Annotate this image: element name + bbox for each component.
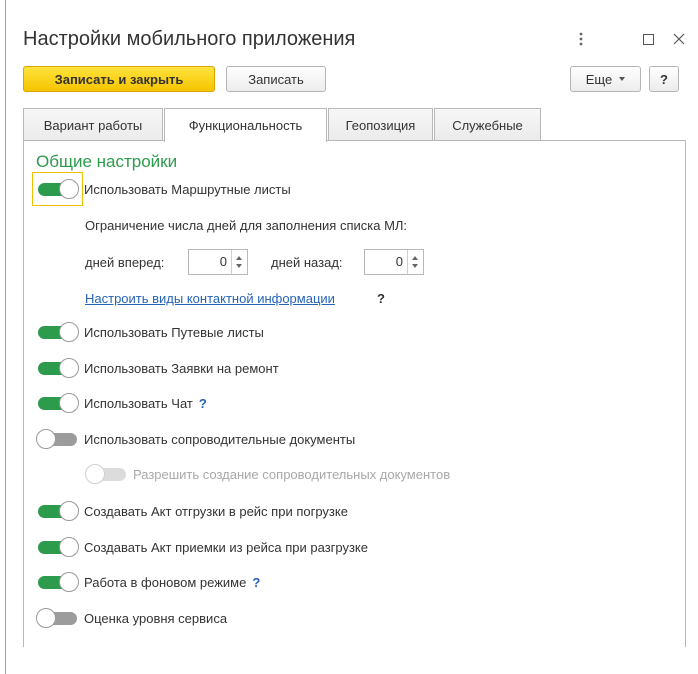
more-button[interactable]: Еще [570,66,641,92]
setting-repair-requests: Использовать Заявки на ремонт [36,357,279,379]
repair-requests-toggle[interactable] [36,358,79,378]
more-button-label: Еще [585,71,613,87]
setting-waybills: Использовать Путевые листы [36,321,264,343]
shipment-act-label: Создавать Акт отгрузки в рейс при погруз… [84,503,348,519]
days-forward-stepper[interactable]: 0 [188,249,248,275]
waybills-label: Использовать Путевые листы [84,324,264,340]
service-rating-toggle[interactable] [36,608,79,628]
background-mode-toggle[interactable] [36,572,79,592]
tab-service[interactable]: Служебные [434,108,541,141]
acceptance-act-toggle[interactable] [36,537,79,557]
repair-requests-label: Использовать Заявки на ремонт [84,360,279,376]
days-forward-value[interactable]: 0 [189,250,231,274]
tab-geoposition[interactable]: Геопозиция [328,108,433,141]
allow-accompanying-toggle [85,464,128,484]
window-title: Настройки мобильного приложения [23,28,356,50]
contact-help-icon[interactable]: ? [377,291,385,306]
setting-allow-accompanying: Разрешить создание сопроводительных доку… [85,463,450,485]
section-title: Общие настройки [36,152,178,171]
chat-label: Использовать Чат [84,395,193,411]
background-help-icon[interactable]: ? [252,575,260,590]
days-limit-text: Ограничение числа дней для заполнения сп… [85,218,408,233]
vertical-dots-icon[interactable] [572,30,590,48]
setting-route-sheets: Использовать Маршрутные листы [36,178,291,200]
route-sheets-label: Использовать Маршрутные листы [84,181,291,197]
days-back-stepper[interactable]: 0 [364,249,424,275]
settings-window: Настройки мобильного приложения Записать… [5,0,698,674]
close-icon[interactable] [670,30,688,48]
spin-arrows-icon[interactable] [231,250,247,274]
setting-chat: Использовать Чат ? [36,392,207,414]
setting-service-rating: Оценка уровня сервиса [36,607,227,629]
setting-background-mode: Работа в фоновом режиме ? [36,571,260,593]
setting-shipment-act: Создавать Акт отгрузки в рейс при погруз… [36,500,348,522]
accompanying-docs-toggle[interactable] [36,429,79,449]
spin-arrows-icon[interactable] [407,250,423,274]
background-mode-label: Работа в фоновом режиме [84,574,247,590]
allow-accompanying-label: Разрешить создание сопроводительных доку… [133,466,451,482]
days-forward-label: дней вперед: [85,255,165,270]
maximize-icon[interactable] [639,30,657,48]
accompanying-docs-label: Использовать сопроводительные документы [84,431,356,447]
contact-info-link[interactable]: Настроить виды контактной информации [85,291,335,306]
save-button[interactable]: Записать [226,66,326,92]
service-rating-label: Оценка уровня сервиса [84,610,228,626]
waybills-toggle[interactable] [36,322,79,342]
setting-accompanying-docs: Использовать сопроводительные документы [36,428,355,450]
setting-acceptance-act: Создавать Акт приемки из рейса при разгр… [36,536,368,558]
chat-help-icon[interactable]: ? [199,396,207,411]
tab-work-mode[interactable]: Вариант работы [23,108,163,141]
help-button[interactable]: ? [649,66,679,92]
tab-functionality[interactable]: Функциональность [164,108,327,142]
chat-toggle[interactable] [36,393,79,413]
save-and-close-button[interactable]: Записать и закрыть [23,66,215,92]
days-back-label: дней назад: [271,255,343,270]
shipment-act-toggle[interactable] [36,501,79,521]
days-back-value[interactable]: 0 [365,250,407,274]
acceptance-act-label: Создавать Акт приемки из рейса при разгр… [84,539,369,555]
route-sheets-toggle[interactable] [36,179,79,199]
chevron-down-icon [619,77,626,81]
